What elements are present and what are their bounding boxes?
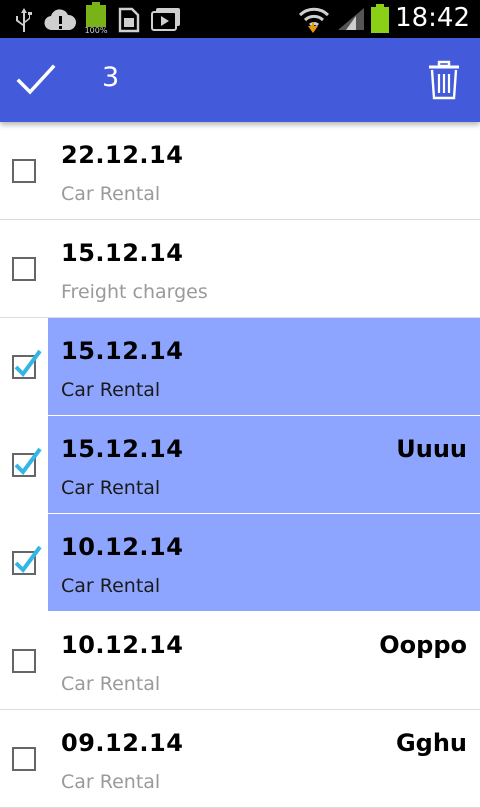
item-category: Car Rental xyxy=(61,771,161,793)
item-checkbox[interactable] xyxy=(12,649,36,673)
expense-list: 22.12.14 Car Rental 15.12.14 Freight cha… xyxy=(0,122,480,808)
clock: 18:42 xyxy=(395,3,470,33)
item-date: 09.12.14 xyxy=(61,729,184,757)
item-checkbox[interactable] xyxy=(12,159,36,183)
list-item[interactable]: 22.12.14 Car Rental xyxy=(0,122,480,220)
list-item[interactable]: 10.12.14 Car Rental Ooppo xyxy=(0,612,480,710)
action-bar: 3 xyxy=(0,38,480,122)
item-checkbox[interactable] xyxy=(12,447,42,477)
checkmark-icon xyxy=(14,349,42,378)
signal-icon xyxy=(338,8,364,30)
list-item[interactable]: 09.12.14 Car Rental Gghu xyxy=(0,710,480,808)
item-date: 15.12.14 xyxy=(61,337,184,365)
item-note: Ooppo xyxy=(379,631,467,659)
item-checkbox[interactable] xyxy=(12,349,42,379)
item-category: Car Rental xyxy=(61,183,161,205)
status-bar: 100% 18:42 xyxy=(0,0,480,38)
checkmark-icon xyxy=(14,545,42,574)
item-category: Car Rental xyxy=(61,673,161,695)
wifi-icon xyxy=(298,7,330,33)
checkmark-icon xyxy=(14,447,42,476)
item-date: 10.12.14 xyxy=(61,631,184,659)
item-date: 22.12.14 xyxy=(61,141,184,169)
item-category: Car Rental xyxy=(61,575,161,597)
battery-small-icon: 100% xyxy=(85,2,108,34)
selected-count: 3 xyxy=(102,62,120,93)
battery-icon xyxy=(371,4,389,33)
item-checkbox[interactable] xyxy=(12,747,36,771)
list-item[interactable]: 15.12.14 Freight charges xyxy=(0,220,480,318)
item-category: Freight charges xyxy=(61,281,208,303)
item-checkbox[interactable] xyxy=(12,545,42,575)
list-item[interactable]: 15.12.14 Car Rental Uuuu xyxy=(0,416,480,514)
svg-text:100%: 100% xyxy=(85,26,108,34)
item-date: 10.12.14 xyxy=(61,533,184,561)
item-date: 15.12.14 xyxy=(61,435,184,463)
item-date: 15.12.14 xyxy=(61,239,184,267)
usb-icon xyxy=(16,8,32,32)
item-category: Car Rental xyxy=(61,477,161,499)
item-checkbox[interactable] xyxy=(12,257,36,281)
list-item[interactable]: 10.12.14 Car Rental xyxy=(0,514,480,612)
check-icon[interactable] xyxy=(16,62,56,98)
list-item[interactable]: 15.12.14 Car Rental xyxy=(0,318,480,416)
trash-icon[interactable] xyxy=(426,60,462,100)
item-note: Uuuu xyxy=(396,435,467,463)
item-category: Car Rental xyxy=(61,379,161,401)
media-icon xyxy=(151,8,180,31)
cloud-alert-icon xyxy=(44,9,76,31)
sim-card-icon xyxy=(118,7,140,33)
item-note: Gghu xyxy=(395,729,467,757)
